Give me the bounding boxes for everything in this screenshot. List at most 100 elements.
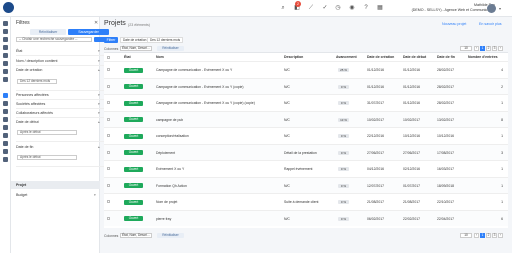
- opportunities-icon[interactable]: [3, 45, 8, 50]
- tasks-icon[interactable]: [3, 101, 8, 106]
- timetracking-icon[interactable]: [3, 109, 8, 114]
- date-creation-select[interactable]: Des 12 derniers mois: [17, 79, 57, 84]
- globe-icon[interactable]: ◉: [349, 5, 355, 11]
- filter-societes[interactable]: Sociétés affectées ▾: [16, 102, 106, 106]
- filter-collaborateurs[interactable]: Collaborateurs affectés ▾: [16, 111, 106, 115]
- project-name[interactable]: Evènement X ou Y: [156, 167, 282, 171]
- table-row[interactable]: Ouvert Campagne de communication - Evènem…: [104, 77, 508, 94]
- reset-columns-button-bottom[interactable]: Réinitialiser: [157, 233, 184, 238]
- filter-budget[interactable]: Budget ▾: [16, 193, 98, 197]
- search-icon[interactable]: ⌕: [280, 5, 286, 11]
- columns-select[interactable]: État, Nom, Descri...: [120, 46, 152, 51]
- table-row[interactable]: Ouvert campagne de pub N/C 13 % 10/02/2017 10…: [104, 110, 508, 127]
- table-row[interactable]: Ouvert Campagne de communication - Evènem…: [104, 61, 508, 77]
- table-row[interactable]: Ouvert Campagne de communication - Evènem…: [104, 94, 508, 110]
- col-header-date-creation[interactable]: Date de création: [367, 53, 394, 61]
- page-3-button[interactable]: 3: [492, 46, 497, 51]
- col-header-description[interactable]: Description: [284, 53, 303, 61]
- help-icon[interactable]: ?: [363, 5, 369, 11]
- row-checkbox[interactable]: [107, 117, 110, 121]
- filter-etat[interactable]: État ▾: [16, 49, 106, 53]
- check-icon[interactable]: ✓: [322, 5, 328, 11]
- row-checkbox[interactable]: [107, 84, 110, 88]
- settings-icon[interactable]: [3, 157, 8, 162]
- saved-search-select[interactable]: -- Choisir une recherche sauvegardée --: [16, 37, 92, 42]
- avatar[interactable]: [487, 4, 496, 13]
- row-checkbox[interactable]: [107, 134, 110, 137]
- invoices-icon[interactable]: [3, 61, 8, 66]
- page-1-button[interactable]: 1: [480, 46, 485, 51]
- projects-icon[interactable]: [3, 93, 8, 98]
- row-checkbox[interactable]: [107, 200, 110, 203]
- support-icon[interactable]: [3, 117, 8, 122]
- stock-icon[interactable]: [3, 133, 8, 138]
- next-page-button-bottom[interactable]: ›: [498, 233, 503, 238]
- purchases-icon[interactable]: [3, 77, 8, 82]
- filter-projet[interactable]: Projet: [16, 183, 106, 187]
- table-row[interactable]: Ouvert Evènement X ou Y Rappel évènement 0 …: [104, 160, 508, 176]
- learn-more-link[interactable]: En savoir plus: [479, 22, 502, 26]
- filter-personnes[interactable]: Personnes affectées ▾: [16, 93, 106, 97]
- col-header-etat[interactable]: État: [124, 53, 131, 61]
- prev-page-button-bottom[interactable]: ‹: [474, 233, 479, 238]
- page-size-select[interactable]: 10: [460, 46, 472, 51]
- project-name[interactable]: Formation Qh Action: [156, 184, 282, 188]
- companies-icon[interactable]: [3, 37, 8, 42]
- row-checkbox[interactable]: [107, 150, 110, 154]
- page-2-button[interactable]: 2: [486, 46, 491, 51]
- columns-select-bottom[interactable]: État, Nom, Descri...: [120, 233, 152, 238]
- page-1-button-bottom[interactable]: 1: [480, 233, 485, 238]
- prev-page-button[interactable]: ‹: [474, 46, 479, 51]
- filter-date-fin[interactable]: Date de fin ▴: [16, 145, 106, 149]
- col-header-nb-entrees[interactable]: Nombre d'entrées: [468, 53, 498, 61]
- row-checkbox[interactable]: [107, 68, 110, 71]
- filter-button[interactable]: Filtrer: [104, 37, 118, 43]
- new-project-link[interactable]: Nouveau projet: [442, 22, 466, 26]
- products-icon[interactable]: [3, 69, 8, 74]
- project-name[interactable]: campagne de pub: [156, 118, 282, 122]
- filter-nom-description[interactable]: Nom / description contient ▾: [16, 59, 106, 63]
- close-icon[interactable]: ✕: [94, 20, 98, 26]
- reset-filters-button[interactable]: Réinitialiser: [30, 29, 66, 35]
- filter-date-creation[interactable]: Date de création ▴: [16, 68, 106, 72]
- date-debut-select[interactable]: Après le début: [17, 130, 77, 135]
- row-checkbox[interactable]: [107, 216, 110, 220]
- sellsy-logo[interactable]: [3, 2, 14, 13]
- accounting-icon[interactable]: [3, 141, 8, 146]
- table-row[interactable]: Ouvert Formation Qh Action N/C 0 % 12/07/201…: [104, 176, 508, 193]
- filter-chip-field[interactable]: Date de création: [120, 37, 150, 43]
- date-fin-select[interactable]: Après le début: [17, 155, 77, 160]
- emailing-icon[interactable]: [3, 125, 8, 130]
- project-name[interactable]: Campagne de communication - Evènement X …: [156, 85, 282, 89]
- contacts-icon[interactable]: [3, 29, 8, 34]
- filter-date-debut[interactable]: Date de début ▴: [16, 120, 106, 124]
- row-checkbox[interactable]: [107, 167, 110, 170]
- col-header-nom[interactable]: Nom: [156, 53, 164, 61]
- page-size-select-bottom[interactable]: 10: [460, 233, 472, 238]
- project-name[interactable]: Nom de projet: [156, 200, 282, 204]
- table-row[interactable]: Ouvert Déploiement Détail de la prestation…: [104, 143, 508, 160]
- project-name[interactable]: Déploiement: [156, 151, 282, 155]
- save-filters-button[interactable]: Sauvegarder: [68, 29, 109, 35]
- clock-icon[interactable]: ◷: [335, 5, 341, 11]
- col-header-date-debut[interactable]: Date de début: [403, 53, 426, 61]
- table-row[interactable]: Ouvert Nom de projet Suite à demande clien…: [104, 193, 508, 209]
- table-row[interactable]: Ouvert pierre fray N/C 0 % 06/02/2017 22/02/2…: [104, 209, 508, 226]
- reports-icon[interactable]: [3, 149, 8, 154]
- next-page-button[interactable]: ›: [498, 46, 503, 51]
- col-header-date-fin[interactable]: Date de fin: [437, 53, 455, 61]
- page-2-button-bottom[interactable]: 2: [486, 233, 491, 238]
- page-3-button-bottom[interactable]: 3: [492, 233, 497, 238]
- user-info[interactable]: Mathilde Roy (DEMO - SELLSY) - Agence We…: [407, 3, 495, 12]
- chart-icon[interactable]: ⟋: [308, 5, 314, 11]
- reset-columns-button[interactable]: Réinitialiser: [157, 46, 184, 51]
- table-row[interactable]: Ouvert conception/réalisation N/C 0 % 22/12/…: [104, 127, 508, 143]
- project-name[interactable]: pierre fray: [156, 217, 282, 221]
- select-all-checkbox[interactable]: [107, 56, 110, 59]
- filter-chip-value[interactable]: Des 12 derniers mois: [147, 37, 184, 43]
- chevron-down-icon[interactable]: ▾: [499, 6, 501, 11]
- calendar-icon[interactable]: ▦: [377, 5, 383, 11]
- project-name[interactable]: Campagne de communication - Evènement X …: [156, 101, 282, 105]
- row-checkbox[interactable]: [107, 183, 110, 187]
- col-header-avancement[interactable]: Avancement: [336, 53, 357, 61]
